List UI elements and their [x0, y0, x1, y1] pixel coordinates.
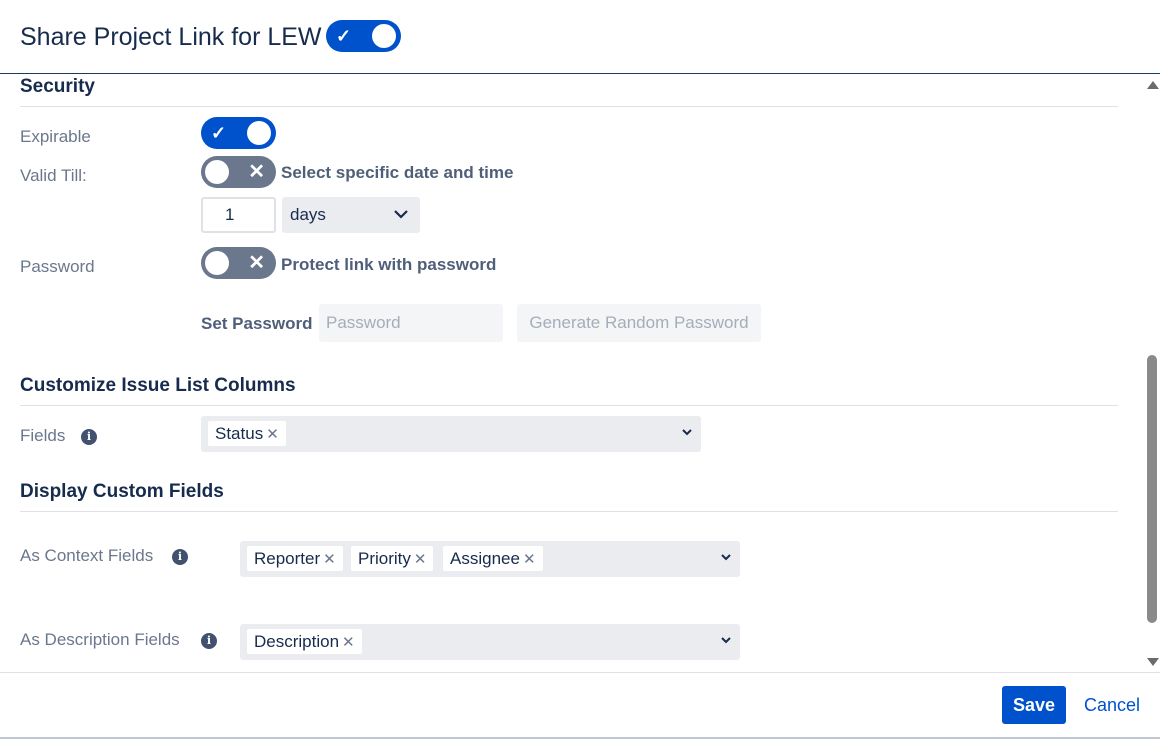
dialog-body: Security Expirable ✓ Valid Till: ✕ Selec… — [0, 75, 1144, 672]
chevron-down-icon — [681, 418, 693, 451]
generate-password-button[interactable]: Generate Random Password — [517, 304, 761, 342]
scroll-down-arrow-icon[interactable] — [1147, 658, 1159, 666]
toggle-knob — [247, 121, 271, 145]
divider — [20, 511, 1118, 512]
valid-till-toggle-text: Select specific date and time — [281, 163, 514, 182]
save-button[interactable]: Save — [1002, 686, 1066, 724]
description-fields-label: As Description Fields — [20, 630, 180, 649]
context-fields-select[interactable]: Reporter ✕ Priority ✕ Assignee ✕ — [240, 541, 740, 577]
context-fields-label: As Context Fields — [20, 546, 154, 565]
remove-chip-icon[interactable]: ✕ — [323, 551, 336, 568]
valid-till-label: Valid Till: — [20, 166, 87, 185]
section-title-custom-fields: Display Custom Fields — [20, 481, 224, 502]
info-icon[interactable]: i — [81, 429, 97, 445]
scroll-thumb[interactable] — [1147, 355, 1157, 623]
remove-chip-icon[interactable]: ✕ — [523, 551, 536, 568]
password-toggle-text: Protect link with password — [281, 255, 497, 274]
cross-icon: ✕ — [248, 252, 265, 274]
remove-chip-icon[interactable]: ✕ — [342, 634, 355, 651]
divider — [20, 405, 1118, 406]
info-icon[interactable]: i — [201, 633, 217, 649]
dialog-header: Share Project Link for LEW ✓ — [0, 0, 1160, 74]
check-icon: ✓ — [336, 26, 352, 46]
chip-priority: Priority ✕ — [351, 546, 434, 571]
valid-till-unit-select[interactable]: days — [282, 197, 420, 233]
valid-till-unit-value: days — [290, 205, 326, 224]
cross-icon: ✕ — [248, 161, 265, 183]
description-fields-select[interactable]: Description ✕ — [240, 624, 740, 660]
share-toggle[interactable]: ✓ — [326, 20, 401, 52]
chip-assignee: Assignee ✕ — [443, 546, 543, 571]
chip-description: Description ✕ — [247, 629, 362, 654]
info-icon[interactable]: i — [172, 549, 188, 565]
valid-till-toggle[interactable]: ✕ — [201, 156, 276, 188]
toggle-knob — [372, 24, 396, 48]
fields-label: Fields — [20, 426, 66, 445]
section-title-columns: Customize Issue List Columns — [20, 375, 296, 396]
page-title: Share Project Link for LEW — [20, 23, 322, 51]
fields-select[interactable]: Status ✕ — [201, 416, 701, 452]
check-icon: ✓ — [211, 123, 227, 143]
toggle-knob — [205, 251, 229, 275]
scrollbar[interactable] — [1145, 75, 1160, 672]
cancel-button[interactable]: Cancel — [1084, 686, 1140, 724]
expirable-label: Expirable — [20, 127, 91, 146]
chevron-down-icon — [393, 197, 409, 247]
expirable-toggle[interactable]: ✓ — [201, 117, 276, 149]
chip-reporter: Reporter ✕ — [247, 546, 343, 571]
password-toggle[interactable]: ✕ — [201, 247, 276, 279]
divider — [20, 106, 1118, 107]
valid-till-amount-input[interactable]: 1 — [201, 197, 276, 233]
remove-chip-icon[interactable]: ✕ — [414, 551, 427, 568]
remove-chip-icon[interactable]: ✕ — [266, 426, 279, 443]
chevron-down-icon — [720, 543, 732, 576]
set-password-label: Set Password — [201, 314, 313, 333]
chevron-down-icon — [720, 626, 732, 659]
dialog-footer: Save Cancel — [0, 672, 1160, 739]
password-input[interactable] — [319, 304, 503, 342]
toggle-knob — [205, 160, 229, 184]
password-label: Password — [20, 257, 95, 276]
scroll-up-arrow-icon[interactable] — [1147, 81, 1159, 89]
chip-status: Status ✕ — [208, 421, 286, 446]
section-title-security: Security — [20, 76, 95, 97]
